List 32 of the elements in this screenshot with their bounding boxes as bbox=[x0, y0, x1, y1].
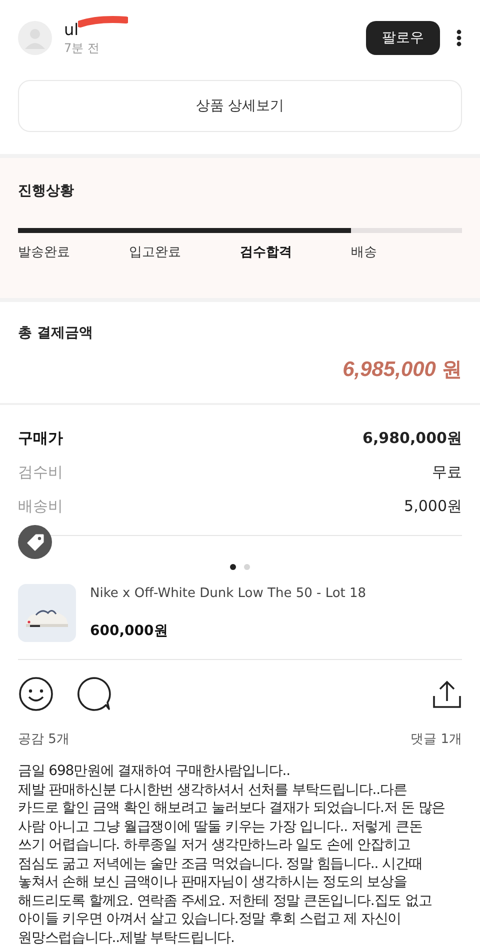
progress-step: 검수합격 bbox=[240, 243, 351, 261]
redaction-mark bbox=[78, 16, 128, 28]
currency-unit: 원 bbox=[442, 356, 462, 383]
post-time: 7분 전 bbox=[64, 40, 100, 56]
username: ul bbox=[64, 20, 79, 38]
progress-step: 배송 bbox=[351, 243, 462, 261]
fee-label: 구매가 bbox=[18, 428, 63, 448]
total-amount: 6,985,000 bbox=[342, 358, 436, 382]
like-count[interactable]: 공감 5개 bbox=[18, 730, 70, 748]
fee-label: 검수비 bbox=[18, 462, 63, 482]
follow-button[interactable]: 팔로우 bbox=[366, 21, 440, 55]
comment-icon[interactable] bbox=[76, 676, 112, 712]
share-icon[interactable] bbox=[432, 679, 462, 709]
fee-value: 무료 bbox=[432, 462, 462, 482]
product-price: 600,000원 bbox=[90, 622, 169, 640]
avatar-icon bbox=[18, 21, 52, 55]
post-text: 금일 698만원에 결재하여 구매한사람입니다.. 제발 판매하신분 다시한번 생각하셔서 선처를 부탁드립니다..다른 카드로 할인 금액 확인 해보려고 눌러보다 결재가 되었습니다.저 돈 많은 사람 아니고 그냥 월급쟁이에 딸둘 키우는 가장 입니다.. 저렇게 큰돈 쓰기 어렵습니다. 하루종일 저거 생각만하느라 일도 손에 안잡히고 점심도 굶고 저녁에는 술만 조금 먹었습니다. 정말 힘듭니다.. 시간때 놓쳐서 손해 보신 금액이나 판매자님이 생각하시는 정도의 보상을 해드리도록 할께요. 연락좀 주세요. 저한테 정말 큰돈입니다.집도 없고 아이들 키우면 아껴서 살고 있습니다.정말 후회 스럽고 제 자신이 원망스럽습니다..제발 부탁드립니다. bbox=[18, 762, 446, 947]
product-detail-button[interactable]: 상품 상세보기 bbox=[18, 80, 462, 132]
tag-icon[interactable] bbox=[18, 525, 52, 559]
fee-label: 배송비 bbox=[18, 496, 63, 516]
progress-step: 발송완료 bbox=[18, 243, 129, 261]
page-dot[interactable] bbox=[244, 564, 250, 570]
product-name[interactable]: Nike x Off-White Dunk Low The 50 - Lot 18 bbox=[90, 586, 366, 601]
page-dot[interactable] bbox=[230, 564, 236, 570]
progress-step: 입고완료 bbox=[129, 243, 240, 261]
fee-value: 5,000원 bbox=[404, 496, 462, 516]
more-icon[interactable] bbox=[456, 29, 462, 47]
smiley-icon[interactable] bbox=[18, 676, 54, 712]
fee-value: 6,980,000원 bbox=[362, 428, 462, 448]
total-label: 총 결제금액 bbox=[18, 324, 94, 342]
comment-count[interactable]: 댓글 1개 bbox=[410, 730, 462, 748]
progress-title: 진행상황 bbox=[18, 182, 75, 200]
